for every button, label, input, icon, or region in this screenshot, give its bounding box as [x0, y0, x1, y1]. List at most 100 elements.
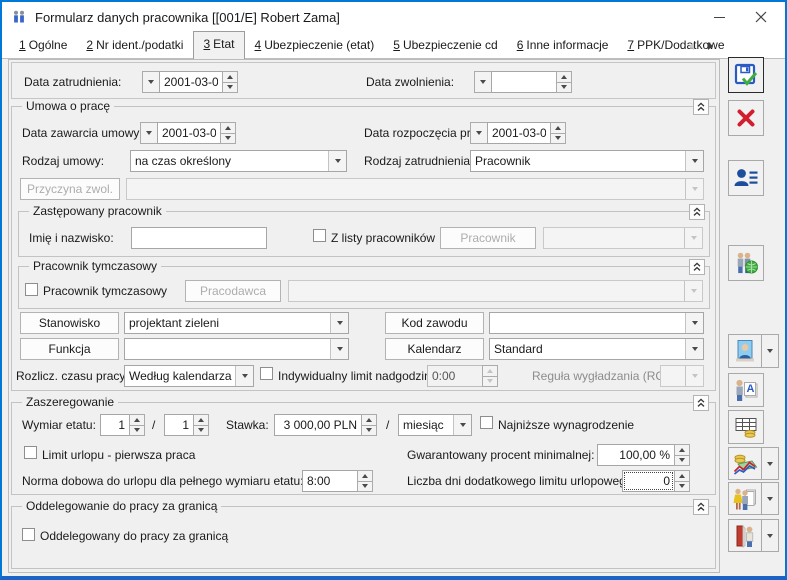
function-combo[interactable] — [124, 338, 349, 360]
overtime-limit-checkbox[interactable] — [260, 367, 273, 380]
spinner-down-button[interactable] — [556, 82, 572, 94]
function-button[interactable]: Funkcja — [20, 338, 119, 360]
collapse-umowa-button[interactable] — [693, 99, 709, 115]
substituted-name-input[interactable] — [131, 227, 267, 249]
spinner-down-button[interactable] — [129, 425, 145, 437]
contract-date-dropdown-button[interactable] — [140, 122, 158, 144]
collapse-zaszeregowanie-button[interactable] — [693, 395, 709, 411]
temporary-worker-checkbox[interactable] — [25, 283, 38, 296]
spinner-down-button[interactable] — [550, 133, 566, 145]
titlebar: Formularz danych pracownika [[001/E] Rob… — [2, 2, 785, 32]
photo-id-button[interactable] — [728, 334, 762, 368]
payments-chart-dropdown-button[interactable] — [761, 447, 779, 480]
collapse-tymczasowy-button[interactable] — [689, 259, 705, 275]
calendar-combo[interactable]: Standard — [489, 338, 704, 360]
time-settlement-combo[interactable]: Według kalendarza — [124, 365, 254, 387]
employee-form-window: Formularz danych pracownika [[001/E] Rob… — [0, 0, 787, 580]
collapse-zastepowany-button[interactable] — [689, 204, 705, 220]
payments-chart-button[interactable] — [728, 447, 762, 480]
employee-list-button[interactable] — [728, 160, 764, 196]
hire-date-dropdown-button[interactable] — [142, 71, 160, 93]
employment-type-combo[interactable]: Pracownik — [470, 150, 704, 172]
contract-date-input[interactable] — [157, 122, 221, 144]
svg-text:A: A — [747, 383, 755, 395]
guaranteed-percent-input[interactable] — [597, 444, 675, 466]
overtime-limit-label: Indywidualny limit nadgodzin: — [278, 369, 434, 383]
spinner-down-button[interactable] — [674, 455, 690, 467]
people-documents-dropdown-button[interactable] — [761, 482, 779, 515]
posted-abroad-checkbox[interactable] — [22, 528, 35, 541]
spinner-down-button[interactable] — [357, 481, 373, 493]
dropdown-arrow-icon[interactable] — [330, 313, 348, 333]
photo-id-dropdown-button[interactable] — [761, 334, 779, 368]
rate-input[interactable] — [274, 414, 362, 436]
rate-field — [274, 414, 377, 436]
occupation-code-combo[interactable] — [489, 312, 704, 334]
tab-scroll-right-icon[interactable] — [708, 42, 713, 50]
tab-scroll-left-icon[interactable] — [689, 42, 694, 50]
spinner-down-button[interactable] — [220, 133, 236, 145]
spinner-down-button[interactable] — [674, 481, 690, 493]
position-combo[interactable]: projektant zieleni — [124, 312, 349, 334]
employees-globe-button[interactable] — [728, 245, 764, 281]
overtime-limit-field — [427, 365, 498, 387]
dropdown-arrow-icon[interactable] — [453, 415, 471, 435]
dropdown-arrow-icon — [685, 366, 703, 386]
minimum-wage-checkbox[interactable] — [480, 416, 493, 429]
rate-period-combo[interactable]: miesiąc — [398, 414, 472, 436]
close-button[interactable] — [741, 2, 781, 32]
people-documents-button[interactable] — [728, 482, 762, 515]
extra-leave-days-input[interactable] — [622, 470, 675, 492]
occupation-code-button[interactable]: Kod zawodu — [385, 312, 484, 334]
substituted-name-label: Imię i nazwisko: — [29, 231, 114, 245]
rate-spinner — [361, 414, 377, 436]
tab-ubezpieczenie-cd[interactable]: 5Ubezpieczenie cd — [384, 33, 506, 58]
work-start-date-input[interactable] — [487, 122, 551, 144]
contract-type-combo[interactable]: na czas określony — [130, 150, 347, 172]
exit-door-button[interactable] — [728, 519, 762, 552]
daily-norm-input[interactable] — [302, 470, 358, 492]
dropdown-arrow-icon[interactable] — [235, 366, 253, 386]
save-button[interactable] — [728, 57, 764, 93]
hire-date-label: Data zatrudnienia: — [24, 75, 121, 89]
tab-nr-ident-podatki[interactable]: 2Nr ident./podatki — [77, 33, 192, 58]
exit-door-dropdown-button[interactable] — [761, 519, 779, 552]
calendar-button[interactable]: Kalendarz — [385, 338, 484, 360]
dropdown-arrow-icon[interactable] — [330, 339, 348, 359]
spinner-down-button[interactable] — [361, 425, 377, 437]
time-settlement-label: Rozlicz. czasu pracy: — [16, 369, 129, 383]
minimize-button[interactable] — [699, 2, 739, 32]
tab-etat[interactable]: 3Etat — [193, 31, 244, 59]
collapse-oddelegowanie-button[interactable] — [693, 499, 709, 515]
dropdown-arrow-icon[interactable] — [685, 313, 703, 333]
tab-ubezpieczenie-etat[interactable]: 4Ubezpieczenie (etat) — [246, 33, 384, 58]
extra-leave-days-label: Liczba dni dodatkowego limitu urlopowego… — [407, 474, 636, 488]
tab-ppk-dodatkowe[interactable]: 7PPK/Dodatkowe — [618, 33, 733, 58]
employer-picker-button: Pracodawca — [185, 280, 281, 302]
tab-ogolne[interactable]: 1Ogólne — [10, 33, 76, 58]
contract-date-label: Data zawarcia umowy: — [22, 126, 143, 140]
person-dictionary-button[interactable]: A — [728, 373, 764, 407]
overtime-limit-input — [427, 365, 483, 387]
cancel-button[interactable] — [728, 100, 764, 136]
dates-panel: Data zatrudnienia: Data zwolnienia: — [11, 62, 716, 99]
dropdown-arrow-icon[interactable] — [685, 151, 703, 171]
fte-denominator-input[interactable] — [164, 414, 194, 436]
spinner-down-button[interactable] — [193, 425, 209, 437]
fte-numerator-spinner — [129, 414, 145, 436]
fte-label: Wymiar etatu: — [22, 418, 96, 432]
work-start-date-dropdown-button[interactable] — [470, 122, 488, 144]
release-date-input[interactable] — [491, 71, 557, 93]
work-start-date-field — [470, 122, 566, 144]
dropdown-arrow-icon[interactable] — [685, 339, 703, 359]
from-employee-list-checkbox[interactable] — [313, 229, 326, 242]
spinner-down-button[interactable] — [222, 82, 238, 94]
release-date-dropdown-button[interactable] — [474, 71, 492, 93]
tab-inne-informacje[interactable]: 6Inne informacje — [508, 33, 618, 58]
dropdown-arrow-icon[interactable] — [328, 151, 346, 171]
payroll-grid-button[interactable] — [728, 410, 764, 444]
position-button[interactable]: Stanowisko — [20, 312, 119, 334]
first-job-leave-limit-checkbox[interactable] — [24, 446, 37, 459]
hire-date-input[interactable] — [159, 71, 223, 93]
fte-numerator-input[interactable] — [100, 414, 130, 436]
